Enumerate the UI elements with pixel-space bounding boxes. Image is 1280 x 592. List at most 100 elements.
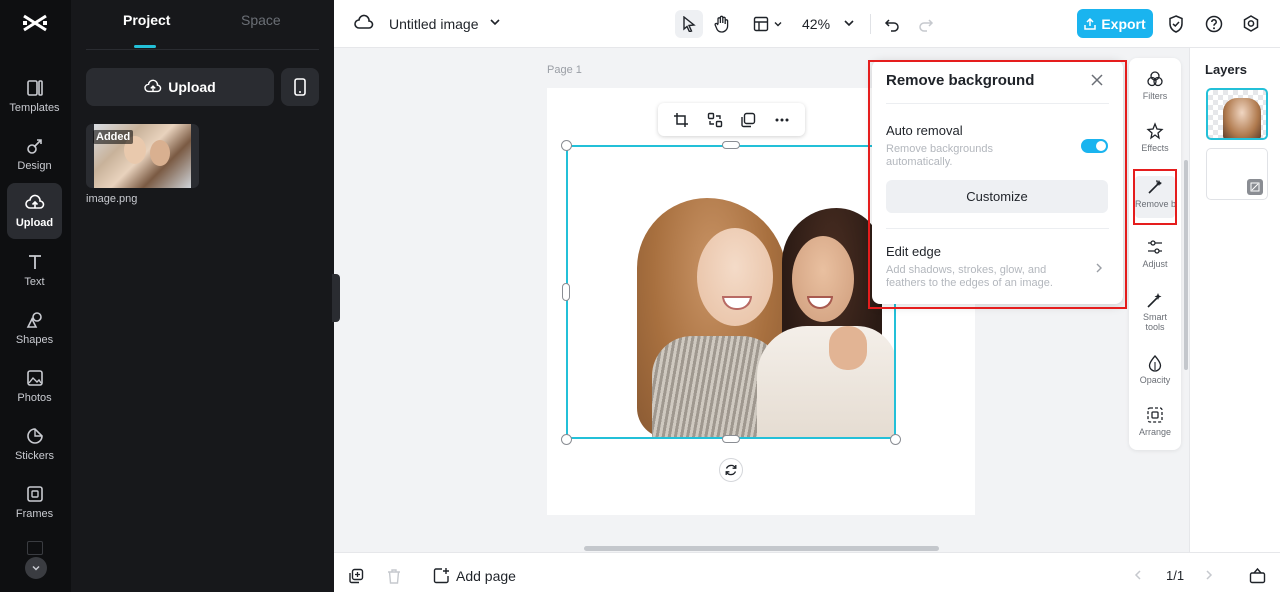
rail-item-text[interactable]: Text (7, 242, 62, 298)
add-page-button[interactable]: Add page (433, 567, 516, 584)
asset-name: image.png (86, 193, 138, 205)
tab-project[interactable]: Project (123, 12, 170, 28)
rotate-handle[interactable] (719, 458, 743, 482)
select-tool-button[interactable] (675, 10, 703, 38)
rail-item-stickers[interactable]: Stickers (7, 416, 62, 472)
crop-button[interactable] (673, 112, 689, 128)
help-icon (1205, 15, 1223, 33)
chevron-down-icon (774, 22, 782, 27)
toolbar-divider (870, 14, 871, 34)
rotate-icon (725, 464, 737, 476)
rail-item-shapes[interactable]: Shapes (7, 300, 62, 356)
export-button[interactable]: Export (1077, 9, 1153, 38)
rail-item-design[interactable]: Design (7, 126, 62, 182)
tool-label: Smart tools (1142, 312, 1167, 332)
rail-item-label: Design (17, 160, 52, 172)
layers-title: Layers (1205, 62, 1247, 77)
rail-item-upload[interactable]: Upload (7, 183, 62, 239)
rail-item-label: Shapes (15, 334, 54, 346)
opacity-icon (1148, 355, 1162, 372)
phone-icon (294, 78, 306, 96)
resize-handle-tl[interactable] (561, 140, 572, 151)
redo-button[interactable] (912, 10, 940, 38)
title-chevron-down-icon[interactable] (489, 16, 501, 28)
tool-opacity[interactable]: Opacity (1129, 354, 1181, 385)
next-page-button[interactable] (1204, 569, 1214, 581)
tool-arrange[interactable]: Arrange (1129, 406, 1181, 437)
close-button[interactable] (1090, 73, 1104, 87)
tool-label: Effects (1141, 143, 1169, 153)
collapse-rail-button[interactable] (25, 557, 47, 579)
resize-handle-left[interactable] (562, 283, 570, 301)
chevron-down-icon (32, 565, 40, 571)
more-options-button[interactable] (774, 112, 790, 128)
active-tab-indicator (134, 45, 156, 48)
delete-page-button[interactable] (386, 568, 402, 584)
tools-scrollbar[interactable] (1184, 160, 1188, 370)
upload-from-phone-button[interactable] (281, 68, 319, 106)
undo-button[interactable] (878, 10, 906, 38)
tab-space[interactable]: Space (241, 12, 281, 28)
tool-label: Remove backgr... (1135, 199, 1175, 209)
image-tools-panel: Filters Effects Remove backgr... Adjust … (1129, 58, 1181, 450)
layer-thumbnail-background[interactable] (1206, 148, 1268, 200)
rail-item-label: Photos (17, 392, 52, 404)
export-label: Export (1101, 15, 1146, 32)
hand-icon (714, 15, 729, 33)
left-rail: Templates Design Upload Text Shapes Phot… (0, 0, 71, 592)
more-horizontal-icon (775, 118, 789, 121)
gear-icon (1243, 15, 1259, 32)
cloud-save-icon[interactable] (354, 14, 374, 32)
horizontal-scrollbar[interactable] (584, 546, 939, 551)
rail-item-label: Text (24, 276, 45, 288)
shield-button[interactable] (1162, 10, 1190, 38)
resize-handle-bottom[interactable] (722, 435, 740, 443)
tool-smart-tools[interactable]: Smart tools (1129, 291, 1181, 332)
thumbnail-hair (1223, 98, 1261, 138)
edit-edge-row[interactable]: Edit edge Add shadows, strokes, glow, an… (886, 242, 1108, 292)
capcut-logo[interactable] (21, 12, 49, 34)
resize-handle-top[interactable] (722, 141, 740, 149)
tool-filters[interactable]: Filters (1129, 70, 1181, 101)
rail-item-templates[interactable]: Templates (7, 68, 62, 124)
arrange-icon (1147, 407, 1163, 423)
rail-item-frames[interactable]: Frames (7, 474, 62, 530)
duplicate-page-icon (349, 568, 364, 584)
chevron-right-icon (1206, 570, 1213, 580)
edit-edge-desc: Add shadows, strokes, glow, and feathers… (886, 264, 1053, 289)
asset-thumbnail[interactable]: Added (86, 124, 199, 188)
tool-remove-background[interactable]: Remove backgr... (1135, 176, 1175, 218)
chevron-right-icon (1096, 263, 1102, 273)
zoom-chevron-down-icon[interactable] (843, 17, 855, 29)
page-pagination: 1/1 (1166, 568, 1185, 583)
tool-effects[interactable]: Effects (1129, 122, 1181, 153)
settings-button[interactable] (1237, 10, 1265, 38)
auto-removal-toggle[interactable] (1081, 139, 1108, 153)
duplicate-button[interactable] (740, 112, 756, 128)
rail-item-label: Frames (15, 508, 54, 520)
zoom-level[interactable]: 42% (802, 16, 830, 32)
layer-thumbnail-image[interactable] (1206, 88, 1268, 140)
resize-handle-bl[interactable] (561, 434, 572, 445)
customize-button[interactable]: Customize (886, 180, 1108, 213)
face-right (150, 140, 170, 166)
panel-collapse-handle[interactable] (332, 274, 340, 322)
background-layer-icon (1247, 179, 1263, 195)
help-button[interactable] (1200, 10, 1228, 38)
rail-item-photos[interactable]: Photos (7, 358, 62, 414)
upload-button[interactable]: Upload (86, 68, 274, 106)
customize-label: Customize (966, 189, 1028, 204)
resize-handle-br[interactable] (890, 434, 901, 445)
panel-divider (86, 49, 319, 50)
document-title[interactable]: Untitled image (389, 16, 479, 32)
layout-dropdown[interactable] (748, 10, 788, 38)
duplicate-page-button[interactable] (348, 568, 364, 584)
filters-icon (1147, 71, 1163, 87)
replace-button[interactable] (707, 112, 723, 128)
prev-page-button[interactable] (1133, 569, 1143, 581)
popup-title: Remove background (886, 72, 1035, 89)
hand-tool-button[interactable] (708, 10, 736, 38)
tool-adjust[interactable]: Adjust (1129, 238, 1181, 269)
toggle-pages-panel-button[interactable] (1249, 567, 1266, 584)
remove-background-icon (1148, 180, 1162, 194)
